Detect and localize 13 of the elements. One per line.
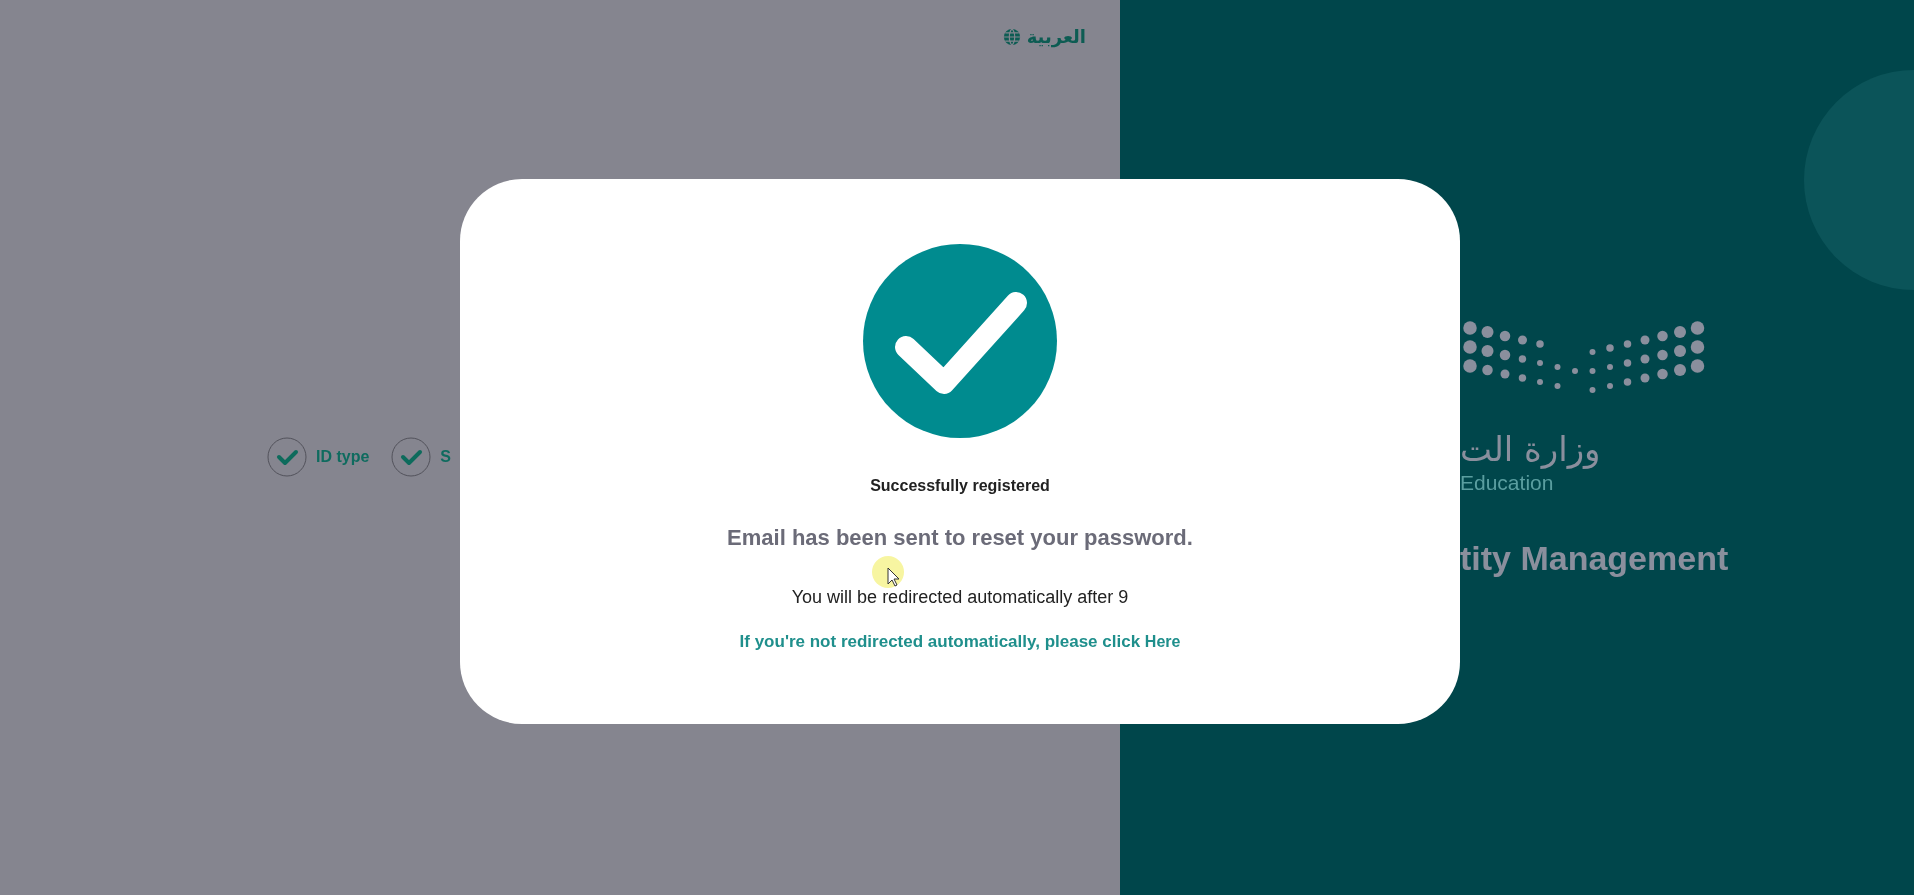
ministry-arabic-name: وزارة الت bbox=[1460, 429, 1601, 469]
step-label: ID type bbox=[316, 448, 370, 466]
redirect-hint: If you're not redirected automatically, please click bbox=[739, 632, 1141, 651]
ministry-english-name: Education bbox=[1460, 471, 1554, 495]
here-link[interactable]: Here bbox=[1144, 633, 1181, 650]
dialog-title: Successfully registered bbox=[870, 477, 1050, 495]
globe-icon bbox=[1002, 27, 1021, 46]
step-label: S bbox=[440, 448, 451, 466]
language-toggle[interactable]: العربية bbox=[1000, 24, 1088, 49]
checkmark-icon bbox=[862, 243, 1058, 439]
app-title: tity Management bbox=[1460, 539, 1729, 578]
redirect-countdown: You will be redirected automatically after 9 bbox=[791, 587, 1129, 608]
dialog-message: Email has been sent to reset your password. bbox=[727, 525, 1193, 551]
